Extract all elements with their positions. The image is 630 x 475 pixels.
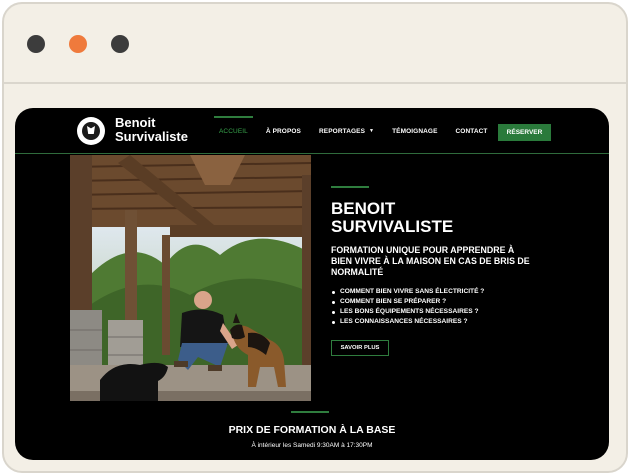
pricing-subtitle: À intérieur les Samedi 9:30AM à 17:30PM [251, 442, 373, 449]
hero-subtitle: FORMATION UNIQUE POUR APPRENDRE À BIEN V… [331, 245, 530, 277]
nav-link-contact[interactable]: CONTACT [447, 108, 497, 154]
hero-bullet-list: COMMENT BIEN VIVRE SANS ÉLECTRICITÉ ? CO… [331, 287, 561, 327]
hero-content: BENOIT SURVIVALISTE FORMATION UNIQUE POU… [331, 186, 561, 356]
brand-line-2: Survivaliste [115, 129, 188, 144]
main-menu: ACCUEIL À PROPOS REPORTAGES ▼ TÉMOIGNAGE… [210, 108, 524, 154]
site-header: Benoit Survivaliste ACCUEIL À PROPOS REP… [15, 108, 609, 154]
window-close-button[interactable] [27, 35, 45, 53]
hero-photo-illustration [70, 155, 311, 401]
website-viewport: Benoit Survivaliste ACCUEIL À PROPOS REP… [15, 108, 609, 460]
chevron-down-icon: ▼ [369, 128, 375, 134]
hero-accent-line [331, 186, 369, 188]
hero-bullet: COMMENT BIEN SE PRÉPARER ? [331, 297, 561, 307]
site-brand-name[interactable]: Benoit Survivaliste [115, 116, 188, 144]
brand-line-1: Benoit [115, 115, 156, 130]
pricing-title: PRIX DE FORMATION À LA BASE [228, 424, 396, 436]
wolf-emblem-icon [82, 122, 100, 140]
reserve-button[interactable]: RÉSERVER [498, 124, 551, 141]
hero-bullet: LES BONS ÉQUIPEMENTS NÉCESSAIRES ? [331, 307, 561, 317]
browser-window: Benoit Survivaliste ACCUEIL À PROPOS REP… [2, 2, 628, 473]
pricing-accent-line [291, 411, 329, 413]
hero-bullet: LES CONNAISSANCES NÉCESSAIRES ? [331, 317, 561, 327]
hero-photo [70, 155, 311, 401]
window-maximize-button[interactable] [111, 35, 129, 53]
nav-link-temoignage[interactable]: TÉMOIGNAGE [383, 108, 446, 154]
hero-title: BENOIT SURVIVALISTE [331, 199, 454, 236]
learn-more-button[interactable]: SAVOIR PLUS [331, 340, 389, 356]
hero-bullet: COMMENT BIEN VIVRE SANS ÉLECTRICITÉ ? [331, 287, 561, 297]
nav-link-a-propos[interactable]: À PROPOS [257, 108, 310, 154]
window-minimize-button[interactable] [69, 35, 87, 53]
nav-link-reportages[interactable]: REPORTAGES ▼ [310, 108, 383, 154]
window-titlebar [4, 4, 626, 84]
nav-link-accueil[interactable]: ACCUEIL [210, 108, 257, 154]
nav-link-reportages-label: REPORTAGES [319, 127, 366, 135]
site-logo[interactable] [77, 117, 105, 145]
